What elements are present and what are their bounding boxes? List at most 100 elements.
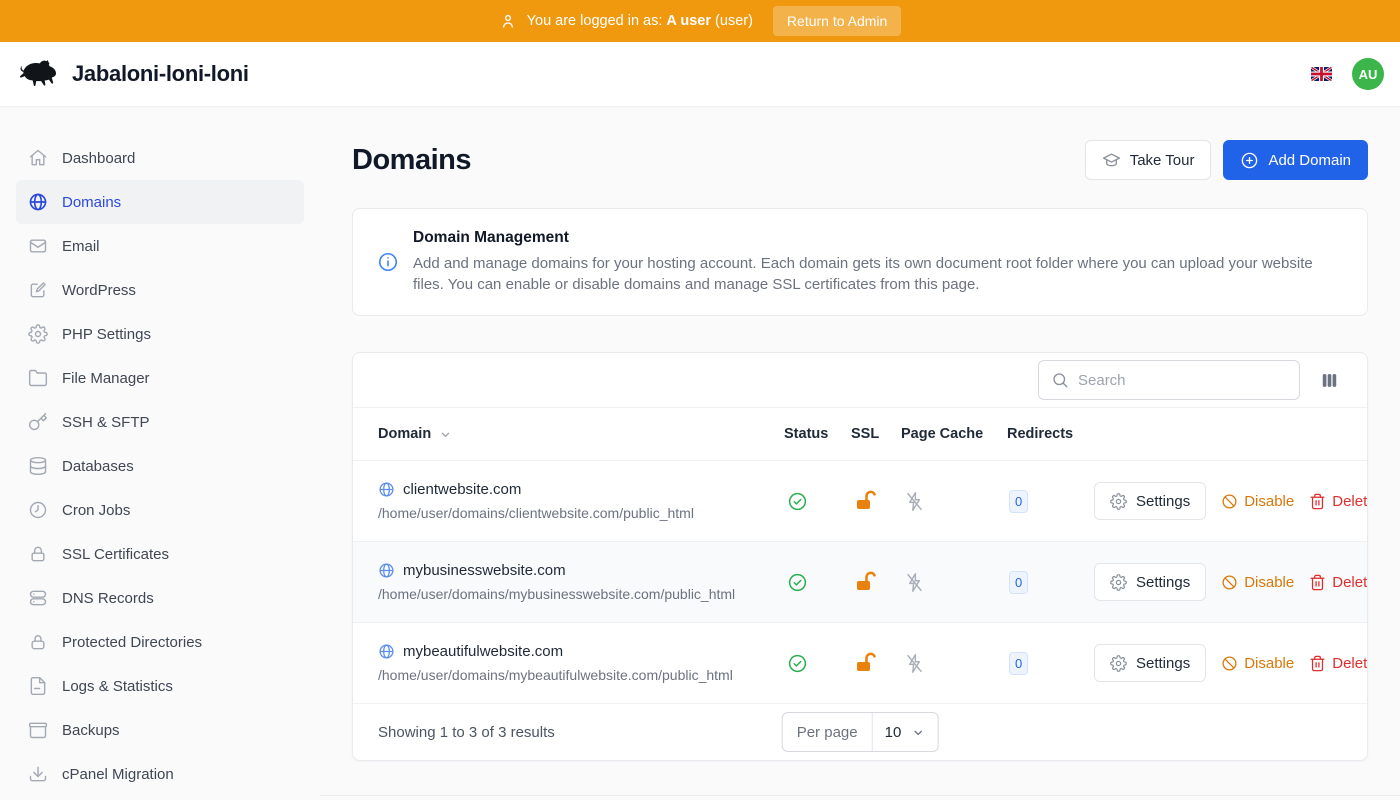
sidebar: Dashboard Domains Email WordPress PHP Se… (0, 106, 320, 800)
columns-icon (1320, 371, 1339, 390)
table-row: mybeautifulwebsite.com /home/user/domain… (353, 623, 1367, 704)
sidebar-item-label: PHP Settings (62, 326, 151, 343)
sidebar-item-label: Domains (62, 194, 121, 211)
domain-name[interactable]: mybusinesswebsite.com (403, 562, 566, 579)
unlock-icon[interactable] (854, 489, 901, 513)
sidebar-item-dashboard[interactable]: Dashboard (16, 136, 304, 180)
sidebar-item-dns-records[interactable]: DNS Records (16, 576, 304, 620)
check-circle-icon (787, 491, 851, 512)
sidebar-item-databases[interactable]: Databases (16, 444, 304, 488)
plus-circle-icon (1240, 151, 1259, 170)
globe-icon (28, 192, 48, 212)
file-icon (28, 676, 48, 696)
per-page-select[interactable]: Per page 10 (782, 712, 939, 752)
delete-button[interactable]: Delete (1309, 574, 1368, 591)
trash-icon (1309, 574, 1326, 591)
table-footer: Showing 1 to 3 of 3 results Per page 10 (353, 704, 1367, 760)
zap-off-icon[interactable] (904, 491, 1007, 512)
lock-icon (28, 632, 48, 652)
unlock-icon[interactable] (854, 651, 901, 675)
sidebar-item-label: Cron Jobs (62, 502, 130, 519)
user-avatar[interactable]: AU (1352, 58, 1384, 90)
boar-logo-icon (16, 57, 62, 91)
table-header-row: Domain Status SSL Page Cache Redirects (353, 407, 1367, 461)
server-icon (28, 588, 48, 608)
sidebar-item-logs-statistics[interactable]: Logs & Statistics (16, 664, 304, 708)
sidebar-item-label: Databases (62, 458, 134, 475)
sidebar-item-email[interactable]: Email (16, 224, 304, 268)
chevron-down-icon (910, 725, 925, 740)
page-title: Domains (352, 144, 471, 177)
domain-path: /home/user/domains/mybusinesswebsite.com… (378, 586, 784, 602)
return-to-admin-button[interactable]: Return to Admin (773, 6, 901, 36)
search-icon (1051, 371, 1069, 389)
sidebar-item-protected-directories[interactable]: Protected Directories (16, 620, 304, 664)
sidebar-item-php-settings[interactable]: PHP Settings (16, 312, 304, 356)
zap-off-icon[interactable] (904, 572, 1007, 593)
sidebar-item-ssh-sftp[interactable]: SSH & SFTP (16, 400, 304, 444)
column-header-redirects: Redirects (1007, 426, 1084, 442)
slash-circle-icon (1221, 655, 1238, 672)
sidebar-item-backups[interactable]: Backups (16, 708, 304, 752)
disable-button[interactable]: Disable (1221, 655, 1294, 672)
column-header-domain[interactable]: Domain (378, 426, 784, 442)
delete-button[interactable]: Delete (1309, 493, 1368, 510)
delete-button[interactable]: Delete (1309, 655, 1368, 672)
brand-title: Jabaloni-loni-loni (72, 61, 249, 87)
disable-button[interactable]: Disable (1221, 493, 1294, 510)
unlock-icon[interactable] (854, 570, 901, 594)
clock-icon (28, 500, 48, 520)
columns-toggle-button[interactable] (1318, 369, 1341, 392)
zap-off-icon[interactable] (904, 653, 1007, 674)
sidebar-item-domains[interactable]: Domains (16, 180, 304, 224)
globe-icon (378, 481, 395, 498)
add-domain-label: Add Domain (1268, 152, 1351, 169)
take-tour-label: Take Tour (1130, 152, 1195, 169)
domain-management-info-card: Domain Management Add and manage domains… (352, 208, 1368, 316)
person-icon (499, 12, 517, 30)
search-input[interactable] (1078, 372, 1287, 389)
domain-name[interactable]: clientwebsite.com (403, 481, 521, 498)
sidebar-item-label: Protected Directories (62, 634, 202, 651)
trash-icon (1309, 493, 1326, 510)
page-divider (320, 795, 1400, 796)
chevron-down-icon (438, 427, 453, 442)
graduation-cap-icon (1102, 151, 1121, 170)
sidebar-item-ssl-certificates[interactable]: SSL Certificates (16, 532, 304, 576)
sidebar-item-label: WordPress (62, 282, 136, 299)
home-icon (28, 148, 48, 168)
sidebar-item-label: File Manager (62, 370, 150, 387)
take-tour-button[interactable]: Take Tour (1085, 140, 1212, 180)
disable-button[interactable]: Disable (1221, 574, 1294, 591)
key-icon (28, 412, 48, 432)
sidebar-item-label: DNS Records (62, 590, 154, 607)
mail-icon (28, 236, 48, 256)
gear-icon (1110, 574, 1127, 591)
gear-icon (1110, 493, 1127, 510)
check-circle-icon (787, 572, 851, 593)
trash-icon (1309, 655, 1326, 672)
uk-flag-icon[interactable] (1311, 67, 1332, 81)
settings-button[interactable]: Settings (1094, 644, 1206, 682)
sidebar-item-label: Dashboard (62, 150, 135, 167)
lock-icon (28, 544, 48, 564)
settings-button[interactable]: Settings (1094, 482, 1206, 520)
sidebar-item-file-manager[interactable]: File Manager (16, 356, 304, 400)
sidebar-item-label: Logs & Statistics (62, 678, 173, 695)
impersonation-banner: You are logged in as: A user (user) Retu… (0, 0, 1400, 42)
redirects-badge: 0 (1009, 652, 1028, 675)
search-box (1038, 360, 1300, 400)
sidebar-item-cpanel-migration[interactable]: cPanel Migration (16, 752, 304, 796)
sidebar-item-cron-jobs[interactable]: Cron Jobs (16, 488, 304, 532)
domain-name[interactable]: mybeautifulwebsite.com (403, 643, 563, 660)
add-domain-button[interactable]: Add Domain (1223, 140, 1368, 180)
gear-icon (28, 324, 48, 344)
domain-path: /home/user/domains/mybeautifulwebsite.co… (378, 667, 784, 683)
slash-circle-icon (1221, 574, 1238, 591)
settings-button[interactable]: Settings (1094, 563, 1206, 601)
table-row: mybusinesswebsite.com /home/user/domains… (353, 542, 1367, 623)
sidebar-item-label: SSH & SFTP (62, 414, 150, 431)
sidebar-item-wordpress[interactable]: WordPress (16, 268, 304, 312)
column-header-status: Status (784, 426, 851, 442)
slash-circle-icon (1221, 493, 1238, 510)
